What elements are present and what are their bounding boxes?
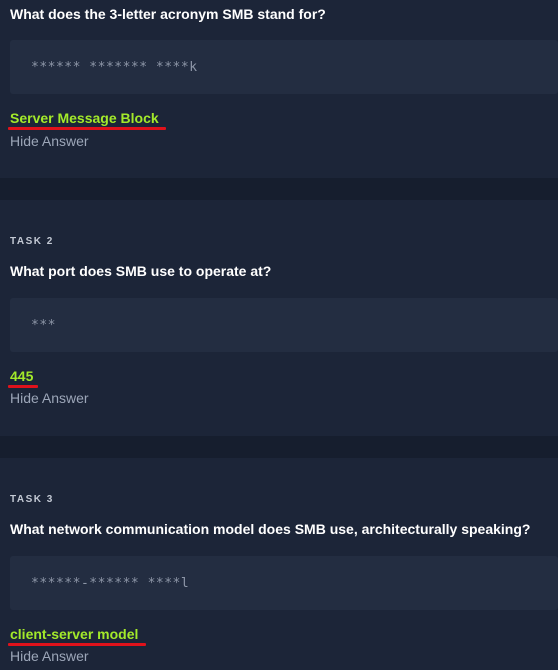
- task-separator: [0, 178, 558, 200]
- hide-answer-button[interactable]: Hide Answer: [10, 390, 89, 406]
- task-page: What does the 3-letter acronym SMB stand…: [0, 0, 558, 670]
- task-separator: [0, 436, 558, 458]
- answer-field[interactable]: ***: [10, 298, 558, 352]
- answer-mask: ****** ******* ****k: [31, 60, 198, 75]
- task-card-1: What does the 3-letter acronym SMB stand…: [0, 0, 558, 178]
- question-text: What network communication model does SM…: [10, 521, 531, 537]
- task-card-2: TASK 2 What port does SMB use to operate…: [0, 200, 558, 436]
- answer-mask: ***: [31, 318, 56, 333]
- question-text: What does the 3-letter acronym SMB stand…: [10, 6, 326, 22]
- question-text: What port does SMB use to operate at?: [10, 263, 272, 279]
- revealed-answer: client-server model: [10, 626, 139, 642]
- hide-answer-button[interactable]: Hide Answer: [10, 133, 89, 149]
- revealed-answer: 445: [10, 368, 34, 384]
- task-label: TASK 3: [10, 494, 54, 505]
- task-card-3: TASK 3 What network communication model …: [0, 458, 558, 670]
- answer-mask: ******-****** ****l: [31, 576, 190, 591]
- revealed-answer: Server Message Block: [10, 110, 159, 126]
- answer-field[interactable]: ******-****** ****l: [10, 556, 558, 610]
- annotation-underline: [8, 127, 166, 130]
- task-label: TASK 2: [10, 236, 54, 247]
- hide-answer-button[interactable]: Hide Answer: [10, 648, 89, 664]
- annotation-underline: [8, 643, 146, 646]
- answer-field[interactable]: ****** ******* ****k: [10, 40, 558, 94]
- annotation-underline: [8, 385, 38, 388]
